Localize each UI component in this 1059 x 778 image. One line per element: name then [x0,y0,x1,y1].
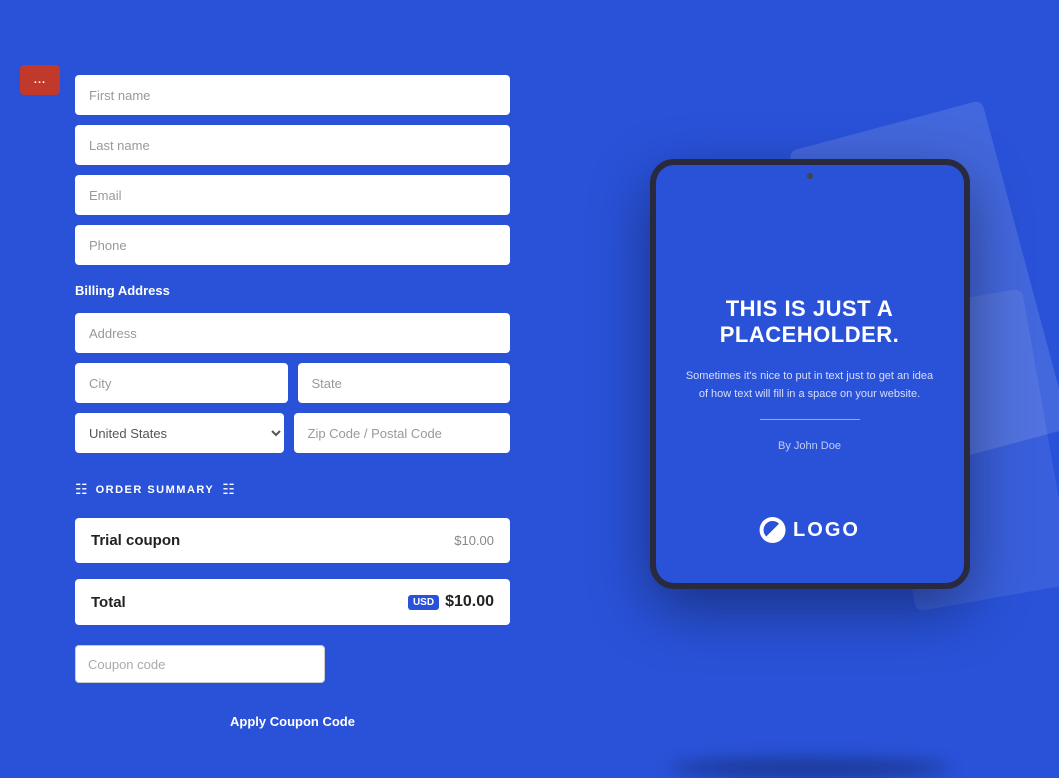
last-name-input[interactable] [75,125,510,165]
form-area: ... Billing Address United States ☷ [0,0,560,748]
first-name-input[interactable] [75,75,510,115]
logo-icon: ... [20,65,60,95]
order-summary-header: ☷ ORDER SUMMARY ☷ [75,481,510,498]
state-input[interactable] [298,363,511,403]
order-item-trial-coupon: Trial coupon $10.00 [75,518,510,563]
order-summary-icon-left: ☷ [75,481,88,498]
tablet-logo-circle-inner [763,521,781,539]
tablet-logo-area: LOGO [759,517,860,543]
placeholder-title: THIS IS JUST A PLACEHOLDER. [684,296,936,349]
city-state-row [75,363,510,403]
tablet-device: THIS IS JUST A PLACEHOLDER. Sometimes it… [650,159,970,589]
placeholder-body: Sometimes it's nice to put in text just … [684,368,936,403]
order-summary-icon-right: ☷ [222,481,235,498]
email-input[interactable] [75,175,510,215]
tablet-area: THIS IS JUST A PLACEHOLDER. Sometimes it… [560,0,1059,748]
phone-input[interactable] [75,225,510,265]
placeholder-author: By John Doe [778,440,841,452]
city-input[interactable] [75,363,288,403]
billing-address-label: Billing Address [75,283,510,298]
usd-badge: USD [408,595,439,610]
total-amount: USD $10.00 [408,593,494,611]
coupon-code-input[interactable] [75,645,325,683]
form-fields: Billing Address United States ☷ ORDER SU… [75,75,510,748]
total-row: Total USD $10.00 [75,579,510,625]
address-input[interactable] [75,313,510,353]
placeholder-divider [760,419,860,420]
country-zip-row: United States [75,413,510,453]
apply-coupon-button[interactable]: Apply Coupon Code [75,701,510,741]
tablet-camera [807,173,813,179]
total-label: Total [91,594,126,611]
tablet-logo-circle [759,517,785,543]
zip-input[interactable] [294,413,511,453]
country-select[interactable]: United States [75,413,284,453]
total-value: $10.00 [445,593,494,611]
tablet-logo-text: LOGO [793,519,860,542]
order-item-name: Trial coupon [91,532,180,549]
tablet-reflection [670,758,950,778]
order-summary-title: ORDER SUMMARY [96,484,215,496]
order-item-price: $10.00 [454,533,494,548]
